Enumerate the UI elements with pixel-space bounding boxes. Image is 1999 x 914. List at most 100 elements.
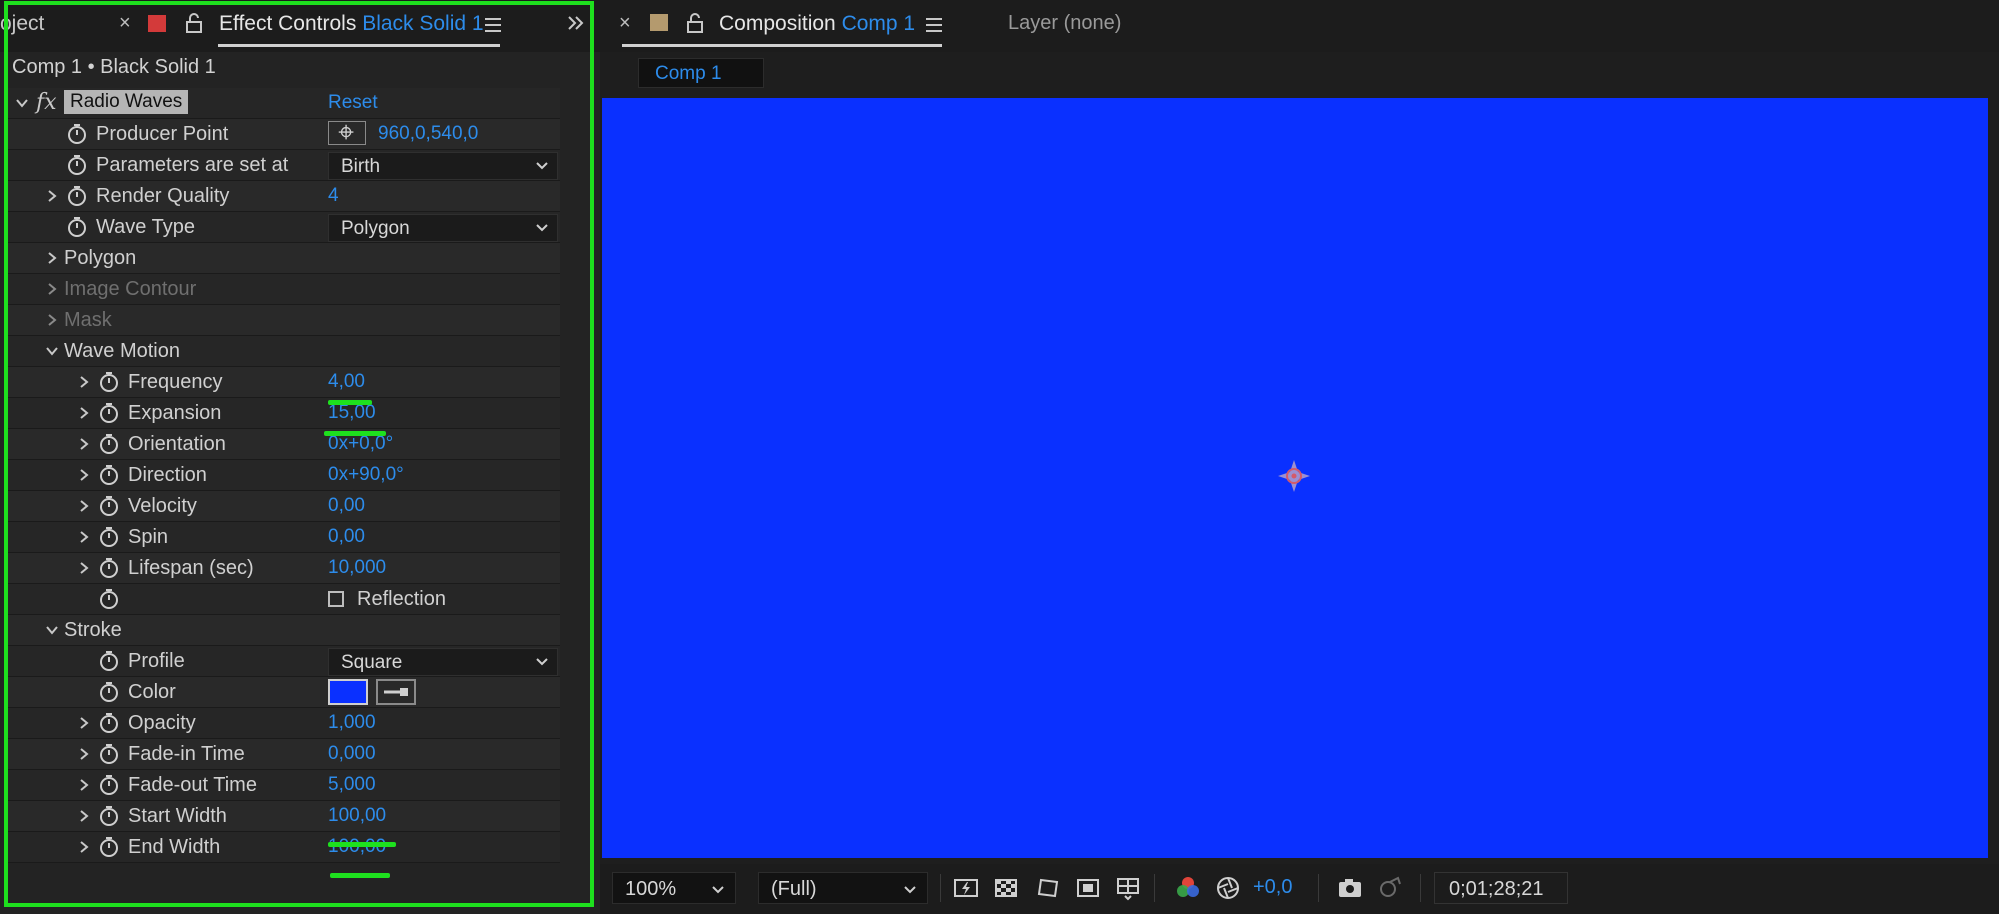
- reflection-checkbox[interactable]: [328, 591, 344, 607]
- comp-navigator-tab[interactable]: Comp 1: [638, 58, 764, 88]
- profile-dropdown[interactable]: Square: [328, 648, 558, 676]
- property-label: Start Width: [128, 805, 227, 827]
- close-tab-icon[interactable]: ×: [619, 12, 631, 35]
- stopwatch-icon[interactable]: [98, 557, 120, 579]
- chevron-right-icon[interactable]: [44, 250, 60, 266]
- stopwatch-icon[interactable]: [98, 495, 120, 517]
- lock-icon[interactable]: [685, 12, 705, 34]
- producer-point-crosshair-icon[interactable]: [1276, 458, 1312, 494]
- wave-type-dropdown[interactable]: Polygon: [328, 214, 558, 242]
- chevron-right-icon[interactable]: [76, 374, 92, 390]
- guides-grid-icon[interactable]: [1114, 874, 1142, 902]
- property-group-row[interactable]: Wave Motion: [8, 336, 560, 367]
- panel-overflow-icon[interactable]: [566, 12, 586, 34]
- effect-header-row[interactable]: fx Radio Waves Reset: [8, 88, 560, 119]
- effect-name[interactable]: Radio Waves: [64, 90, 189, 114]
- property-value[interactable]: 15,00: [328, 402, 376, 424]
- property-group-row[interactable]: Polygon: [8, 243, 560, 274]
- exposure-value[interactable]: +0,0: [1253, 876, 1292, 899]
- property-value[interactable]: 100,00: [328, 805, 386, 827]
- property-value[interactable]: 0,00: [328, 526, 365, 548]
- chevron-down-icon: [904, 886, 916, 894]
- property-value[interactable]: 10,000: [328, 557, 386, 579]
- chevron-right-icon[interactable]: [76, 715, 92, 731]
- chevron-right-icon[interactable]: [76, 808, 92, 824]
- stopwatch-icon[interactable]: [98, 588, 120, 610]
- chevron-right-icon[interactable]: [44, 281, 60, 297]
- composition-viewer[interactable]: [602, 98, 1988, 858]
- stopwatch-icon[interactable]: [98, 743, 120, 765]
- property-group-row[interactable]: Stroke: [8, 615, 560, 646]
- tab-effect-controls[interactable]: Effect Controls Black Solid 1: [219, 12, 484, 36]
- reset-button[interactable]: Reset: [328, 92, 378, 114]
- lock-icon[interactable]: [184, 12, 204, 34]
- group-label: Polygon: [64, 247, 137, 269]
- stopwatch-icon[interactable]: [98, 464, 120, 486]
- close-tab-icon[interactable]: ×: [119, 12, 131, 35]
- property-value[interactable]: 4: [328, 185, 339, 207]
- property-value[interactable]: 1,000: [328, 712, 376, 734]
- stopwatch-icon[interactable]: [98, 650, 120, 672]
- chevron-right-icon[interactable]: [76, 560, 92, 576]
- parameters-set-at-dropdown[interactable]: Birth: [328, 152, 558, 180]
- fx-toggle[interactable]: fx: [36, 90, 57, 115]
- chevron-down-icon[interactable]: [44, 622, 60, 638]
- resolution-dropdown[interactable]: (Full): [758, 872, 928, 904]
- property-value[interactable]: 0,00: [328, 495, 365, 517]
- stroke-color-swatch[interactable]: [328, 679, 368, 705]
- channel-rgb-icon[interactable]: [1174, 874, 1202, 902]
- stopwatch-icon[interactable]: [66, 216, 88, 238]
- stopwatch-icon[interactable]: [98, 526, 120, 548]
- stopwatch-icon[interactable]: [98, 805, 120, 827]
- stopwatch-icon[interactable]: [98, 836, 120, 858]
- show-snapshot-icon[interactable]: [1376, 874, 1404, 902]
- current-time-display[interactable]: 0;01;28;21: [1434, 872, 1568, 904]
- magnification-dropdown[interactable]: 100%: [612, 872, 736, 904]
- tab-layer[interactable]: Layer (none): [1008, 12, 1121, 35]
- stopwatch-icon[interactable]: [98, 433, 120, 455]
- property-value[interactable]: 0x+90,0°: [328, 464, 404, 486]
- tab-composition-name: Comp 1: [841, 12, 916, 35]
- tab-project[interactable]: oject: [0, 12, 44, 36]
- property-value[interactable]: 4,00: [328, 371, 365, 393]
- chevron-down-icon[interactable]: [44, 343, 60, 359]
- chevron-right-icon[interactable]: [76, 839, 92, 855]
- chevron-right-icon[interactable]: [76, 498, 92, 514]
- chevron-down-icon[interactable]: [14, 95, 30, 111]
- property-value[interactable]: 0,000: [328, 743, 376, 765]
- chevron-right-icon[interactable]: [76, 529, 92, 545]
- chevron-right-icon[interactable]: [76, 405, 92, 421]
- color-management-icon[interactable]: [1214, 874, 1242, 902]
- stopwatch-icon[interactable]: [98, 774, 120, 796]
- property-value[interactable]: 5,000: [328, 774, 376, 796]
- chevron-right-icon[interactable]: [76, 746, 92, 762]
- panel-menu-icon[interactable]: [484, 17, 502, 33]
- property-value[interactable]: 100,00: [328, 836, 386, 858]
- chevron-right-icon[interactable]: [44, 188, 60, 204]
- property-group-row[interactable]: Image Contour: [8, 274, 560, 305]
- stopwatch-icon[interactable]: [66, 185, 88, 207]
- fast-previews-icon[interactable]: [952, 874, 980, 902]
- property-value[interactable]: 960,0,540,0: [378, 123, 478, 145]
- eyedropper-icon[interactable]: [376, 679, 416, 705]
- stopwatch-icon[interactable]: [98, 712, 120, 734]
- mask-visibility-icon[interactable]: [1034, 874, 1062, 902]
- chevron-right-icon[interactable]: [76, 777, 92, 793]
- property-group-row[interactable]: Mask: [8, 305, 560, 336]
- chevron-right-icon[interactable]: [76, 467, 92, 483]
- property-value[interactable]: 0x+0,0°: [328, 433, 393, 455]
- panel-menu-icon[interactable]: [925, 17, 943, 33]
- chevron-right-icon[interactable]: [76, 436, 92, 452]
- region-of-interest-icon[interactable]: [1074, 874, 1102, 902]
- stopwatch-icon[interactable]: [98, 371, 120, 393]
- tab-composition[interactable]: Composition Comp 1: [719, 12, 915, 36]
- chevron-right-icon[interactable]: [44, 312, 60, 328]
- breadcrumb: Comp 1 • Black Solid 1: [12, 56, 216, 78]
- stopwatch-icon[interactable]: [66, 123, 88, 145]
- camera-snapshot-icon[interactable]: [1336, 874, 1364, 902]
- transparency-grid-icon[interactable]: [992, 874, 1020, 902]
- stopwatch-icon[interactable]: [66, 154, 88, 176]
- crosshair-point-icon[interactable]: [328, 121, 366, 145]
- stopwatch-icon[interactable]: [98, 681, 120, 703]
- stopwatch-icon[interactable]: [98, 402, 120, 424]
